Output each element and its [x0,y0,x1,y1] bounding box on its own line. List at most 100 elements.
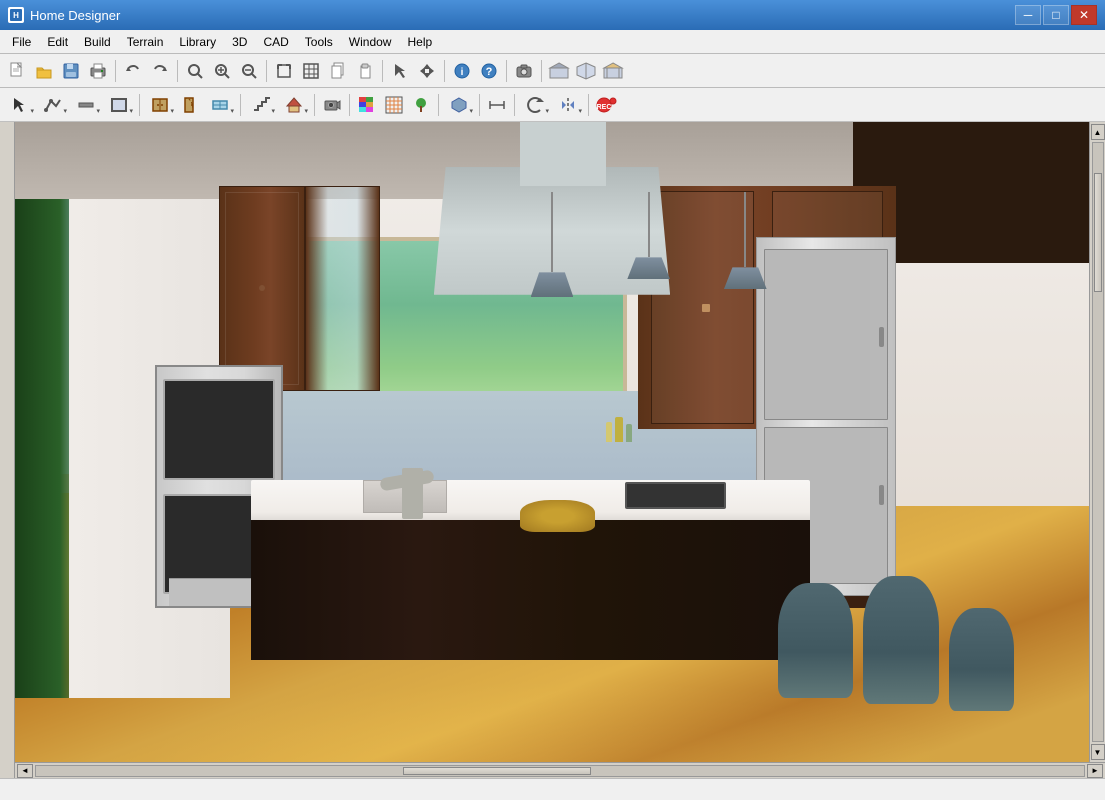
window-controls: ─ □ ✕ [1015,5,1097,25]
scroll-track-vertical[interactable] [1092,142,1104,742]
glass-cabinets-left [305,186,380,391]
bar-stool-1 [778,583,853,698]
range-hood-duct [520,122,606,186]
fruit-bowl [520,500,595,532]
mirror-tool-button[interactable]: ▾ [552,92,584,118]
counter-items [606,391,713,442]
zoom-out-button[interactable] [236,58,262,84]
svg-text:i: i [461,67,464,78]
camera-3d-button[interactable] [319,92,345,118]
menu-tools[interactable]: Tools [297,30,341,53]
toolbar2-separator-7 [514,94,515,116]
paste-button[interactable] [352,58,378,84]
toolbar2-separator-5 [438,94,439,116]
texture-tool-button[interactable] [381,92,407,118]
save-button[interactable] [58,58,84,84]
upper-left-cabinets [219,186,305,391]
undo-button[interactable] [120,58,146,84]
scroll-left-button[interactable]: ◄ [17,764,33,778]
svg-text:REC: REC [597,104,612,111]
toolbar2-separator-3 [314,94,315,116]
menu-file[interactable]: File [4,30,39,53]
pendant-light-right [724,192,767,289]
elevation-button[interactable] [600,58,626,84]
help-question-button[interactable]: ? [476,58,502,84]
menu-cad[interactable]: CAD [255,30,296,53]
toolbar-separator-6 [506,60,507,82]
object-tool-button[interactable]: ▾ [443,92,475,118]
pendant-light-left [531,192,574,297]
toolbar-separator-3 [266,60,267,82]
toolbar2-separator-6 [479,94,480,116]
scrollbar-horizontal: ◄ ► [15,762,1105,778]
menu-terrain[interactable]: Terrain [119,30,172,53]
menu-help[interactable]: Help [399,30,440,53]
paint-tool-button[interactable] [354,92,380,118]
title-bar: H Home Designer ─ □ ✕ [0,0,1105,30]
menu-bar: File Edit Build Terrain Library 3D CAD T… [0,30,1105,54]
toolbar-separator-7 [541,60,542,82]
scroll-up-button[interactable]: ▲ [1091,124,1105,140]
scroll-down-button[interactable]: ▼ [1091,744,1105,760]
scroll-track-horizontal[interactable] [35,765,1085,777]
roof-tool-button[interactable]: ▾ [278,92,310,118]
bar-stool-2 [863,576,938,704]
scrollbar-vertical: ▲ ▼ [1089,122,1105,762]
grid-button[interactable] [298,58,324,84]
copy-button[interactable] [325,58,351,84]
toolbar-drawing: ▾ ▾ ▾ ▾ ▾ ▾ ▾ ▾ [0,88,1105,122]
window-tool-button[interactable]: ▾ [204,92,236,118]
minimize-button[interactable]: ─ [1015,5,1041,25]
window-title: Home Designer [30,8,1015,23]
menu-build[interactable]: Build [76,30,119,53]
zoom-in-button[interactable] [209,58,235,84]
scroll-right-button[interactable]: ► [1087,764,1103,778]
svg-text:H: H [13,11,19,20]
scroll-thumb-horizontal[interactable] [403,767,592,775]
select-tool-button[interactable]: ▾ [4,92,36,118]
camera-button[interactable] [511,58,537,84]
open-button[interactable] [31,58,57,84]
bar-stool-3 [949,608,1013,710]
toolbar2-separator-8 [588,94,589,116]
selection-mode-button[interactable] [387,58,413,84]
app-icon: H [8,7,24,23]
toolbar2-separator-2 [240,94,241,116]
draw-room-button[interactable]: ▾ [103,92,135,118]
rotate-tool-button[interactable]: ▾ [519,92,551,118]
toolbar2-separator-1 [139,94,140,116]
cooktop [625,482,726,509]
info-button[interactable]: i [449,58,475,84]
draw-polyline-button[interactable]: ▾ [37,92,69,118]
new-button[interactable] [4,58,30,84]
menu-library[interactable]: Library [171,30,224,53]
island-base [251,520,809,660]
zoom-magnifier-button[interactable] [182,58,208,84]
redo-button[interactable] [147,58,173,84]
menu-edit[interactable]: Edit [39,30,76,53]
move-up-button[interactable] [414,58,440,84]
stairs-tool-button[interactable]: ▾ [245,92,277,118]
plant-tool-button[interactable] [408,92,434,118]
print-button[interactable] [85,58,111,84]
toolbar-separator-5 [444,60,445,82]
status-bar [0,778,1105,800]
floor-plan-button[interactable] [546,58,572,84]
record-button[interactable]: REC [593,92,619,118]
dimension-tool-button[interactable] [484,92,510,118]
scroll-thumb-vertical[interactable] [1094,173,1102,293]
main-content: ▲ ▼ ◄ ► [0,122,1105,778]
viewport[interactable] [15,122,1089,762]
fit-window-button[interactable] [271,58,297,84]
close-button[interactable]: ✕ [1071,5,1097,25]
cabinet-tool-button[interactable]: ▾ [144,92,176,118]
3d-view-button[interactable] [573,58,599,84]
draw-wall-button[interactable]: ▾ [70,92,102,118]
menu-window[interactable]: Window [341,30,400,53]
door-tool-button[interactable] [177,92,203,118]
maximize-button[interactable]: □ [1043,5,1069,25]
menu-3d[interactable]: 3D [224,30,255,53]
toolbar-separator-1 [115,60,116,82]
toolbar-separator-4 [382,60,383,82]
toolbar-separator-2 [177,60,178,82]
